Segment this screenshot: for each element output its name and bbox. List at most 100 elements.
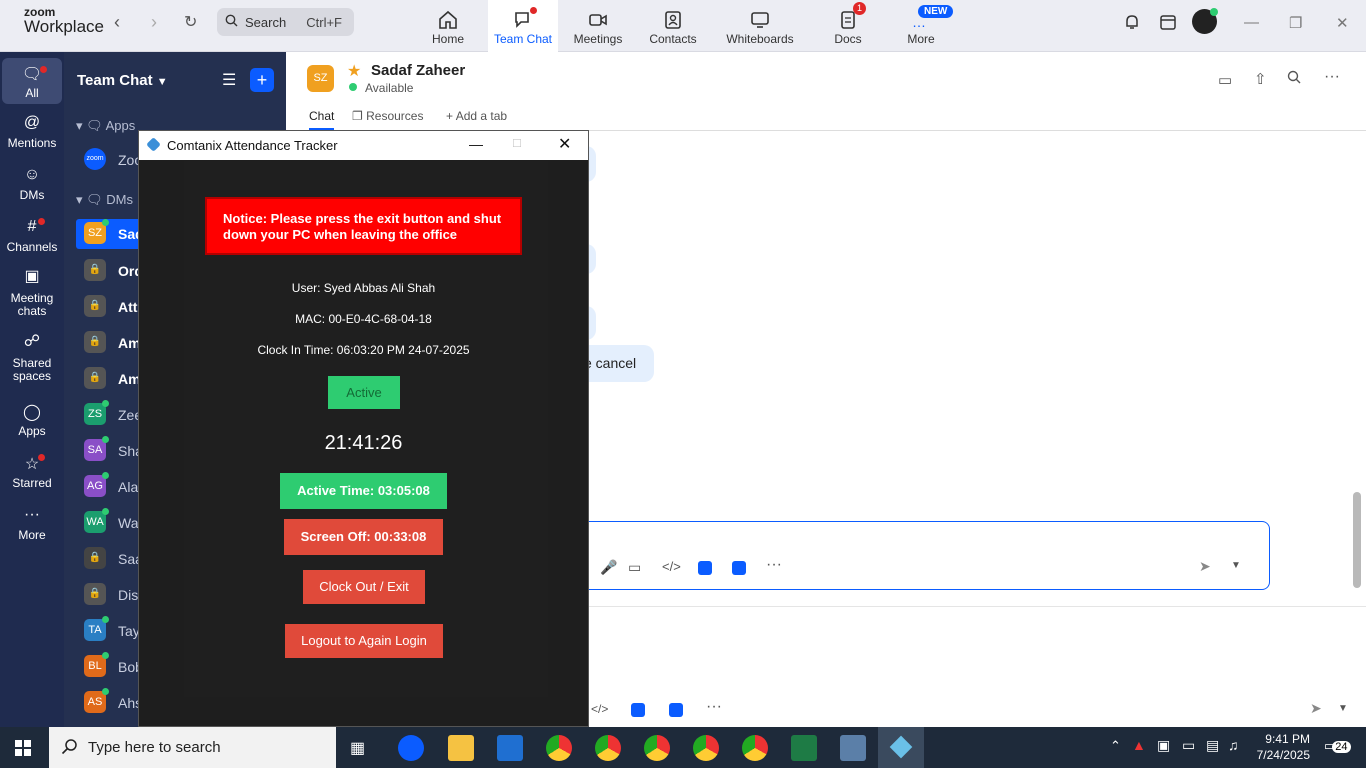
status-active-button[interactable]: Active [328,376,400,409]
chevron-down-icon[interactable]: ▼ [1231,560,1241,571]
task-view-icon[interactable]: ▦ [350,738,365,758]
close-icon[interactable]: ✕ [558,134,571,154]
logout-button[interactable]: Logout to Again Login [285,624,443,658]
nav-docs[interactable]: 1 Docs [813,0,883,52]
window-title-bar[interactable]: Comtanix Attendance Tracker — □ ✕ [139,131,588,160]
contact-name[interactable]: Sadaf Zaheer [371,62,465,79]
app-icon[interactable] [669,703,683,717]
chevron-down-icon[interactable]: ▼ [1338,703,1348,714]
forward-arrow-icon[interactable]: › [151,12,157,33]
zoom-app-icon[interactable] [398,735,424,761]
taskbar-search[interactable]: Type here to search [49,727,336,768]
code-icon[interactable]: </> [591,702,608,716]
section-dms[interactable]: ▾ 🗨 DMs [76,192,133,208]
user-label: User: Syed Abbas Ali Shah [291,281,436,295]
rail-item-channels[interactable]: # Channels [0,218,64,254]
calendar-icon[interactable] [1159,13,1177,36]
search-icon[interactable] [1287,70,1301,89]
windows-start-icon[interactable] [15,740,31,761]
plus-icon: + [256,70,268,90]
rail-item-apps[interactable]: ◯ Apps [0,402,64,438]
app-icon[interactable] [732,561,746,575]
nav-more[interactable]: … NEW More [886,0,956,52]
contact-status: Available [365,81,414,95]
chrome-icon[interactable] [595,735,621,761]
chevron-up-icon[interactable]: ⌃ [1110,738,1121,754]
notifications-icon[interactable]: ▭24 [1324,738,1351,754]
avatar[interactable] [1192,8,1218,34]
battery-icon[interactable]: ▭ [1182,737,1195,754]
excel-icon[interactable] [791,735,817,761]
rail-item-mentions[interactable]: @ Mentions [0,114,64,150]
history-icon[interactable]: ↻ [184,12,197,32]
rail-item-more[interactable]: ··· More [0,506,64,542]
plus-icon: + [446,109,454,123]
maximize-icon[interactable]: □ [513,135,521,150]
hash-icon: # [27,218,37,235]
online-dot [102,688,109,695]
rail-item-shared-spaces[interactable]: ☍ Shared spaces [0,334,64,383]
calculator-icon[interactable] [840,735,866,761]
network-icon[interactable]: ▣ [1157,737,1170,754]
maximize-icon[interactable]: ❐ [1289,14,1302,32]
minimize-icon[interactable]: — [1244,14,1259,31]
app-icon[interactable] [631,703,645,717]
tab-resources[interactable]: ❐ Resources [352,109,423,123]
rail-item-all[interactable]: 🗨 All [2,58,62,104]
screen-off-display: Screen Off: 00:33:08 [284,519,443,555]
nav-meetings[interactable]: Meetings [563,0,633,52]
file-explorer-icon[interactable] [448,735,474,761]
microphone-icon[interactable]: 🎤 [600,559,617,576]
video-message-icon[interactable]: ▭ [628,559,641,576]
online-dot [102,652,109,659]
add-tab-button[interactable]: + Add a tab [446,109,507,123]
new-chat-button[interactable]: + [250,68,274,92]
clock-out-button[interactable]: Clock Out / Exit [303,570,425,604]
nav-team-chat[interactable]: Team Chat [488,0,558,52]
code-icon[interactable]: </> [662,559,681,574]
more-options-icon[interactable]: ··· [766,556,782,574]
wifi-icon[interactable]: ▤ [1206,737,1219,754]
chrome-icon[interactable] [693,735,719,761]
rail-item-starred[interactable]: ☆ Starred [0,454,64,490]
search-input[interactable]: Search Ctrl+F [217,8,354,36]
unread-dot [38,218,45,225]
chrome-icon[interactable] [644,735,670,761]
volume-icon[interactable]: ♫ [1228,737,1239,753]
pdf-icon[interactable]: ▲ [1132,737,1146,753]
back-arrow-icon[interactable]: ‹ [114,12,120,33]
more-options-icon[interactable]: ··· [1324,68,1340,86]
filter-icon[interactable]: ☰ [222,70,236,90]
lock-icon: 🔒 [84,583,106,605]
nav-whiteboards[interactable]: Whiteboards [722,0,798,52]
chrome-icon[interactable] [742,735,768,761]
send-icon[interactable]: ➤ [1199,558,1211,575]
attendance-tracker-icon [889,735,913,759]
outlook-icon[interactable] [497,735,523,761]
nav-home[interactable]: Home [413,0,483,52]
taskbar-active-app[interactable] [878,727,924,768]
chrome-icon[interactable] [546,735,572,761]
bell-icon[interactable] [1123,13,1141,36]
app-icon[interactable] [698,561,712,575]
scrollbar[interactable] [1353,492,1361,588]
chat-bubble-icon: 🗨 [86,192,103,207]
close-icon[interactable]: ✕ [1336,14,1349,32]
send-icon[interactable]: ➤ [1310,700,1322,717]
more-options-icon[interactable]: ··· [706,698,722,716]
section-apps[interactable]: ▾ 🗨 Apps [76,118,135,134]
clock[interactable]: 9:41 PM 7/24/2025 [1255,731,1310,763]
docs-badge: 1 [853,2,866,15]
list-item-label: Dis [118,587,139,603]
star-icon[interactable]: ★ [347,61,361,81]
rail-item-meeting-chats[interactable]: ▣ Meeting chats [0,269,64,318]
online-dot [102,616,109,623]
chat-list-title[interactable]: Team Chat ▼ [77,72,168,89]
video-camera-icon[interactable]: ▭ [1218,71,1232,89]
rail-item-dms[interactable]: ☺ DMs [0,166,64,202]
minimize-icon[interactable]: — [469,136,483,152]
share-screen-icon[interactable]: ⇧ [1254,70,1267,88]
message-compose-box[interactable]: 🎤 ▭ </> ··· ➤ ▼ [576,521,1270,590]
nav-contacts[interactable]: Contacts [638,0,708,52]
tab-chat[interactable]: Chat [309,109,335,130]
